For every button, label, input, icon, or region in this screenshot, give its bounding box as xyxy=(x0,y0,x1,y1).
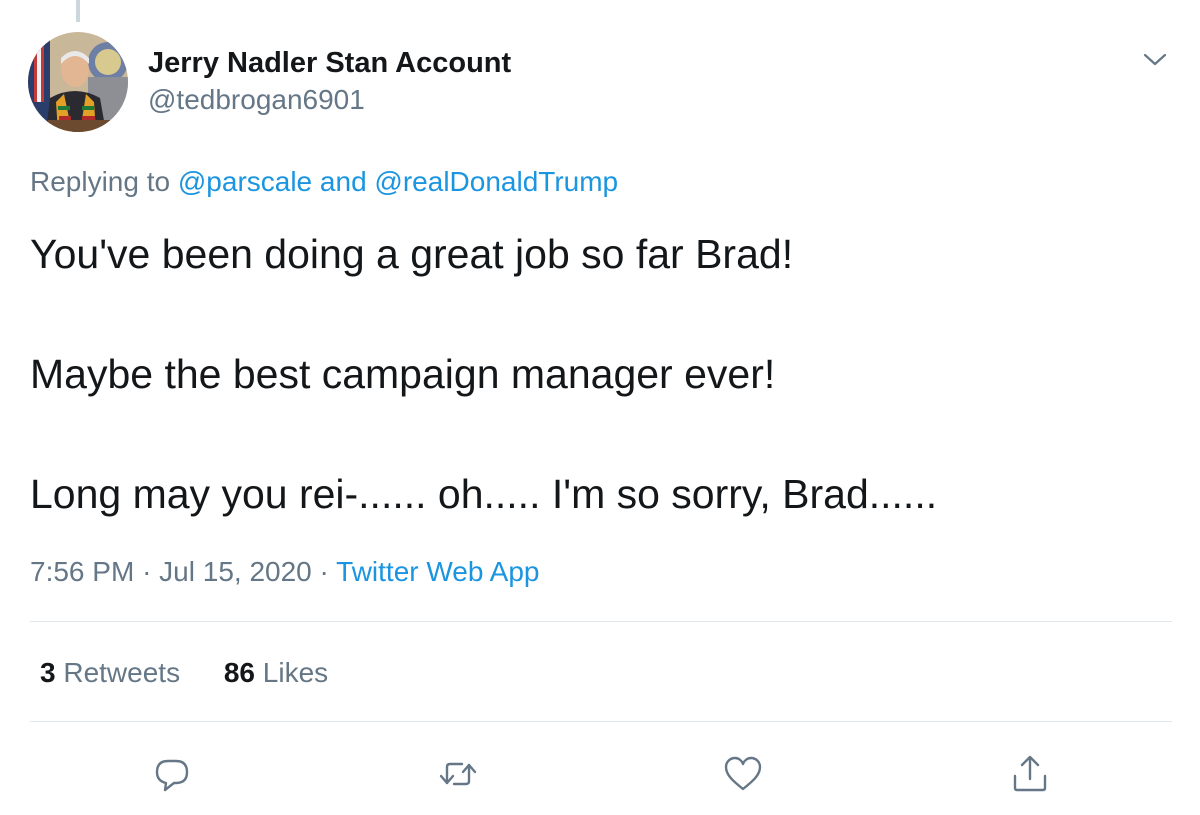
author-handle[interactable]: @tedbrogan6901 xyxy=(148,82,511,118)
divider xyxy=(30,621,1172,622)
line-break xyxy=(30,404,1170,464)
replying-to-label: Replying to xyxy=(30,166,171,197)
tweet-text: You've been doing a great job so far Bra… xyxy=(30,224,1170,524)
retweets-count: 3 xyxy=(40,657,56,688)
likes-count: 86 xyxy=(223,657,256,688)
chevron-down-icon[interactable] xyxy=(1140,48,1170,70)
meta-separator: · xyxy=(319,556,329,587)
likes-label: Likes xyxy=(262,657,329,688)
mention-link[interactable]: @parscale xyxy=(178,166,312,197)
tweet-text-line: You've been doing a great job so far Bra… xyxy=(30,231,794,277)
tweet-source-link[interactable]: Twitter Web App xyxy=(336,556,539,587)
tweet-date[interactable]: Jul 15, 2020 xyxy=(159,556,312,587)
avatar-image xyxy=(28,32,128,132)
reply-icon[interactable] xyxy=(150,752,194,796)
engagement-stats: 3 Retweets 86 Likes xyxy=(40,654,364,692)
author-block[interactable]: Jerry Nadler Stan Account @tedbrogan6901 xyxy=(148,44,511,118)
tweet-text-line: Long may you rei-...... oh..... I'm so s… xyxy=(30,471,938,517)
divider xyxy=(30,721,1172,722)
avatar[interactable] xyxy=(28,32,128,132)
likes-stat[interactable]: 86 Likes xyxy=(224,654,328,692)
tweet-metadata: 7:56 PM · Jul 15, 2020 · Twitter Web App xyxy=(30,554,540,590)
author-display-name[interactable]: Jerry Nadler Stan Account xyxy=(148,44,511,82)
line-break xyxy=(30,284,1170,344)
tweet-text-line: Maybe the best campaign manager ever! xyxy=(30,351,776,397)
meta-separator: · xyxy=(142,556,152,587)
retweet-icon[interactable] xyxy=(436,752,480,796)
retweets-label: Retweets xyxy=(63,657,181,688)
retweets-stat[interactable]: 3 Retweets xyxy=(40,654,180,692)
heart-icon[interactable] xyxy=(721,752,765,796)
share-icon[interactable] xyxy=(1008,752,1052,796)
replying-to-line: Replying to @parscale and @realDonaldTru… xyxy=(30,164,618,200)
replying-conjunction[interactable]: and xyxy=(320,166,367,197)
mention-link[interactable]: @realDonaldTrump xyxy=(374,166,618,197)
tweet-time[interactable]: 7:56 PM xyxy=(30,556,134,587)
thread-connector-line xyxy=(76,0,80,22)
